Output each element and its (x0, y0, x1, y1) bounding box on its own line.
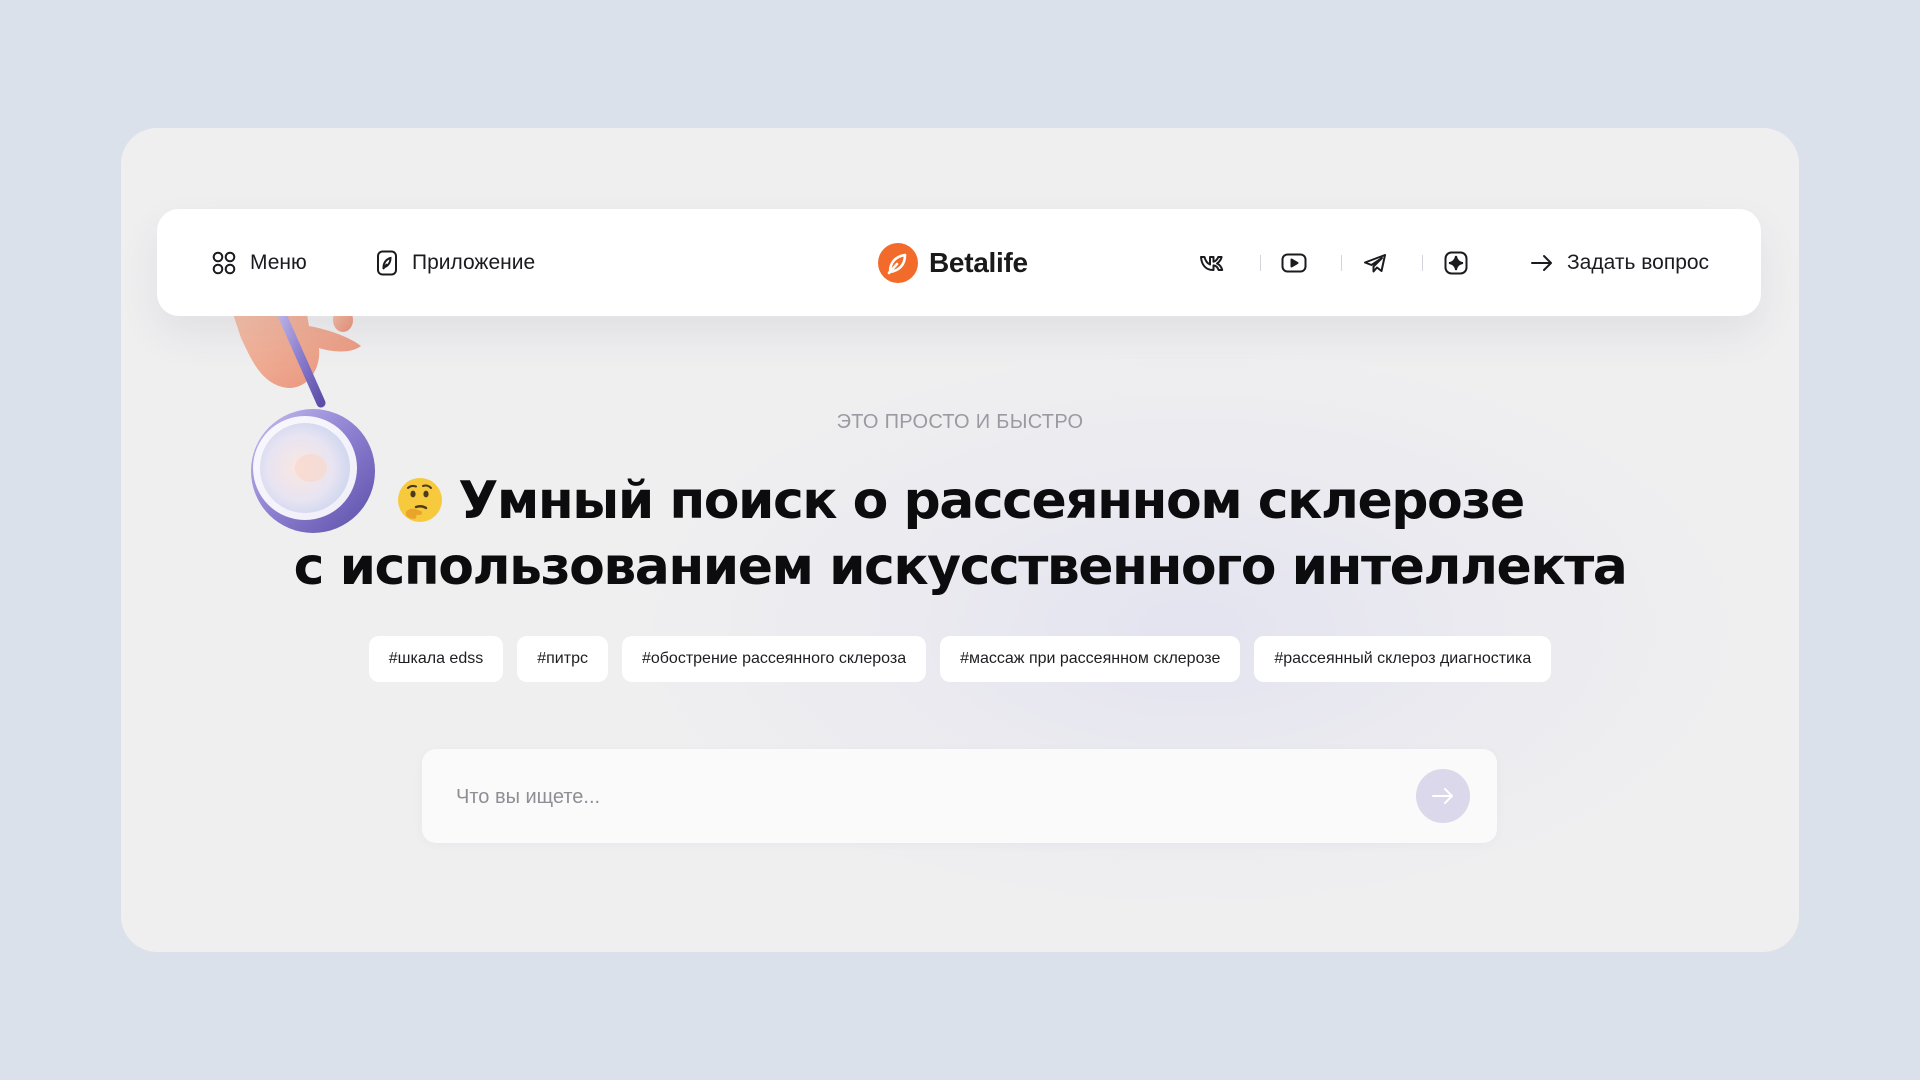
main-card: Меню Приложение Betalife Задать вопрос Э… (121, 128, 1799, 952)
tag-chip[interactable]: #рассеянный склероз диагностика (1254, 636, 1552, 682)
ask-question-button[interactable]: Задать вопрос (1530, 209, 1709, 316)
tag-list: #шкала edss #питрс #обострение рассеянно… (121, 636, 1799, 682)
app-label: Приложение (412, 250, 536, 274)
grid-icon (212, 251, 236, 274)
app-button[interactable]: Приложение (375, 209, 535, 316)
youtube-icon (1281, 253, 1307, 272)
menu-label: Меню (250, 250, 307, 274)
youtube-link[interactable] (1274, 209, 1314, 316)
vk-icon (1200, 255, 1224, 271)
top-navbar: Меню Приложение Betalife Задать вопрос (157, 209, 1761, 316)
arrow-right-icon (1531, 254, 1552, 271)
arrow-right-icon (1432, 788, 1453, 804)
search-submit-button[interactable] (1416, 769, 1470, 823)
hand-magnifier-illustration (231, 308, 375, 533)
telegram-link[interactable] (1355, 209, 1395, 316)
logo-text: Betalife (929, 246, 1028, 278)
telegram-icon (1364, 253, 1386, 272)
search-input[interactable] (454, 749, 1358, 845)
divider (1422, 255, 1423, 271)
search-box (422, 749, 1497, 845)
tag-chip[interactable]: #обострение рассеянного склероза (621, 636, 927, 682)
dzen-link[interactable] (1436, 209, 1476, 316)
mobile-app-icon (377, 250, 397, 275)
tag-chip[interactable]: #питрс (517, 636, 608, 682)
ask-question-label: Задать вопрос (1567, 250, 1710, 274)
betalife-logo[interactable]: Betalife (877, 209, 1028, 316)
vk-link[interactable] (1193, 209, 1233, 316)
dzen-icon (1444, 251, 1468, 274)
divider (1260, 255, 1261, 271)
menu-button[interactable]: Меню (211, 209, 307, 316)
headline-line-1-text: Умный поиск о рассеянном склерозе (458, 471, 1525, 531)
divider (1341, 255, 1342, 271)
leaf-logo-icon (878, 242, 918, 283)
tag-chip[interactable]: #массаж при рассеянном склерозе (940, 636, 1241, 682)
tag-chip[interactable]: #шкала edss (368, 636, 504, 682)
